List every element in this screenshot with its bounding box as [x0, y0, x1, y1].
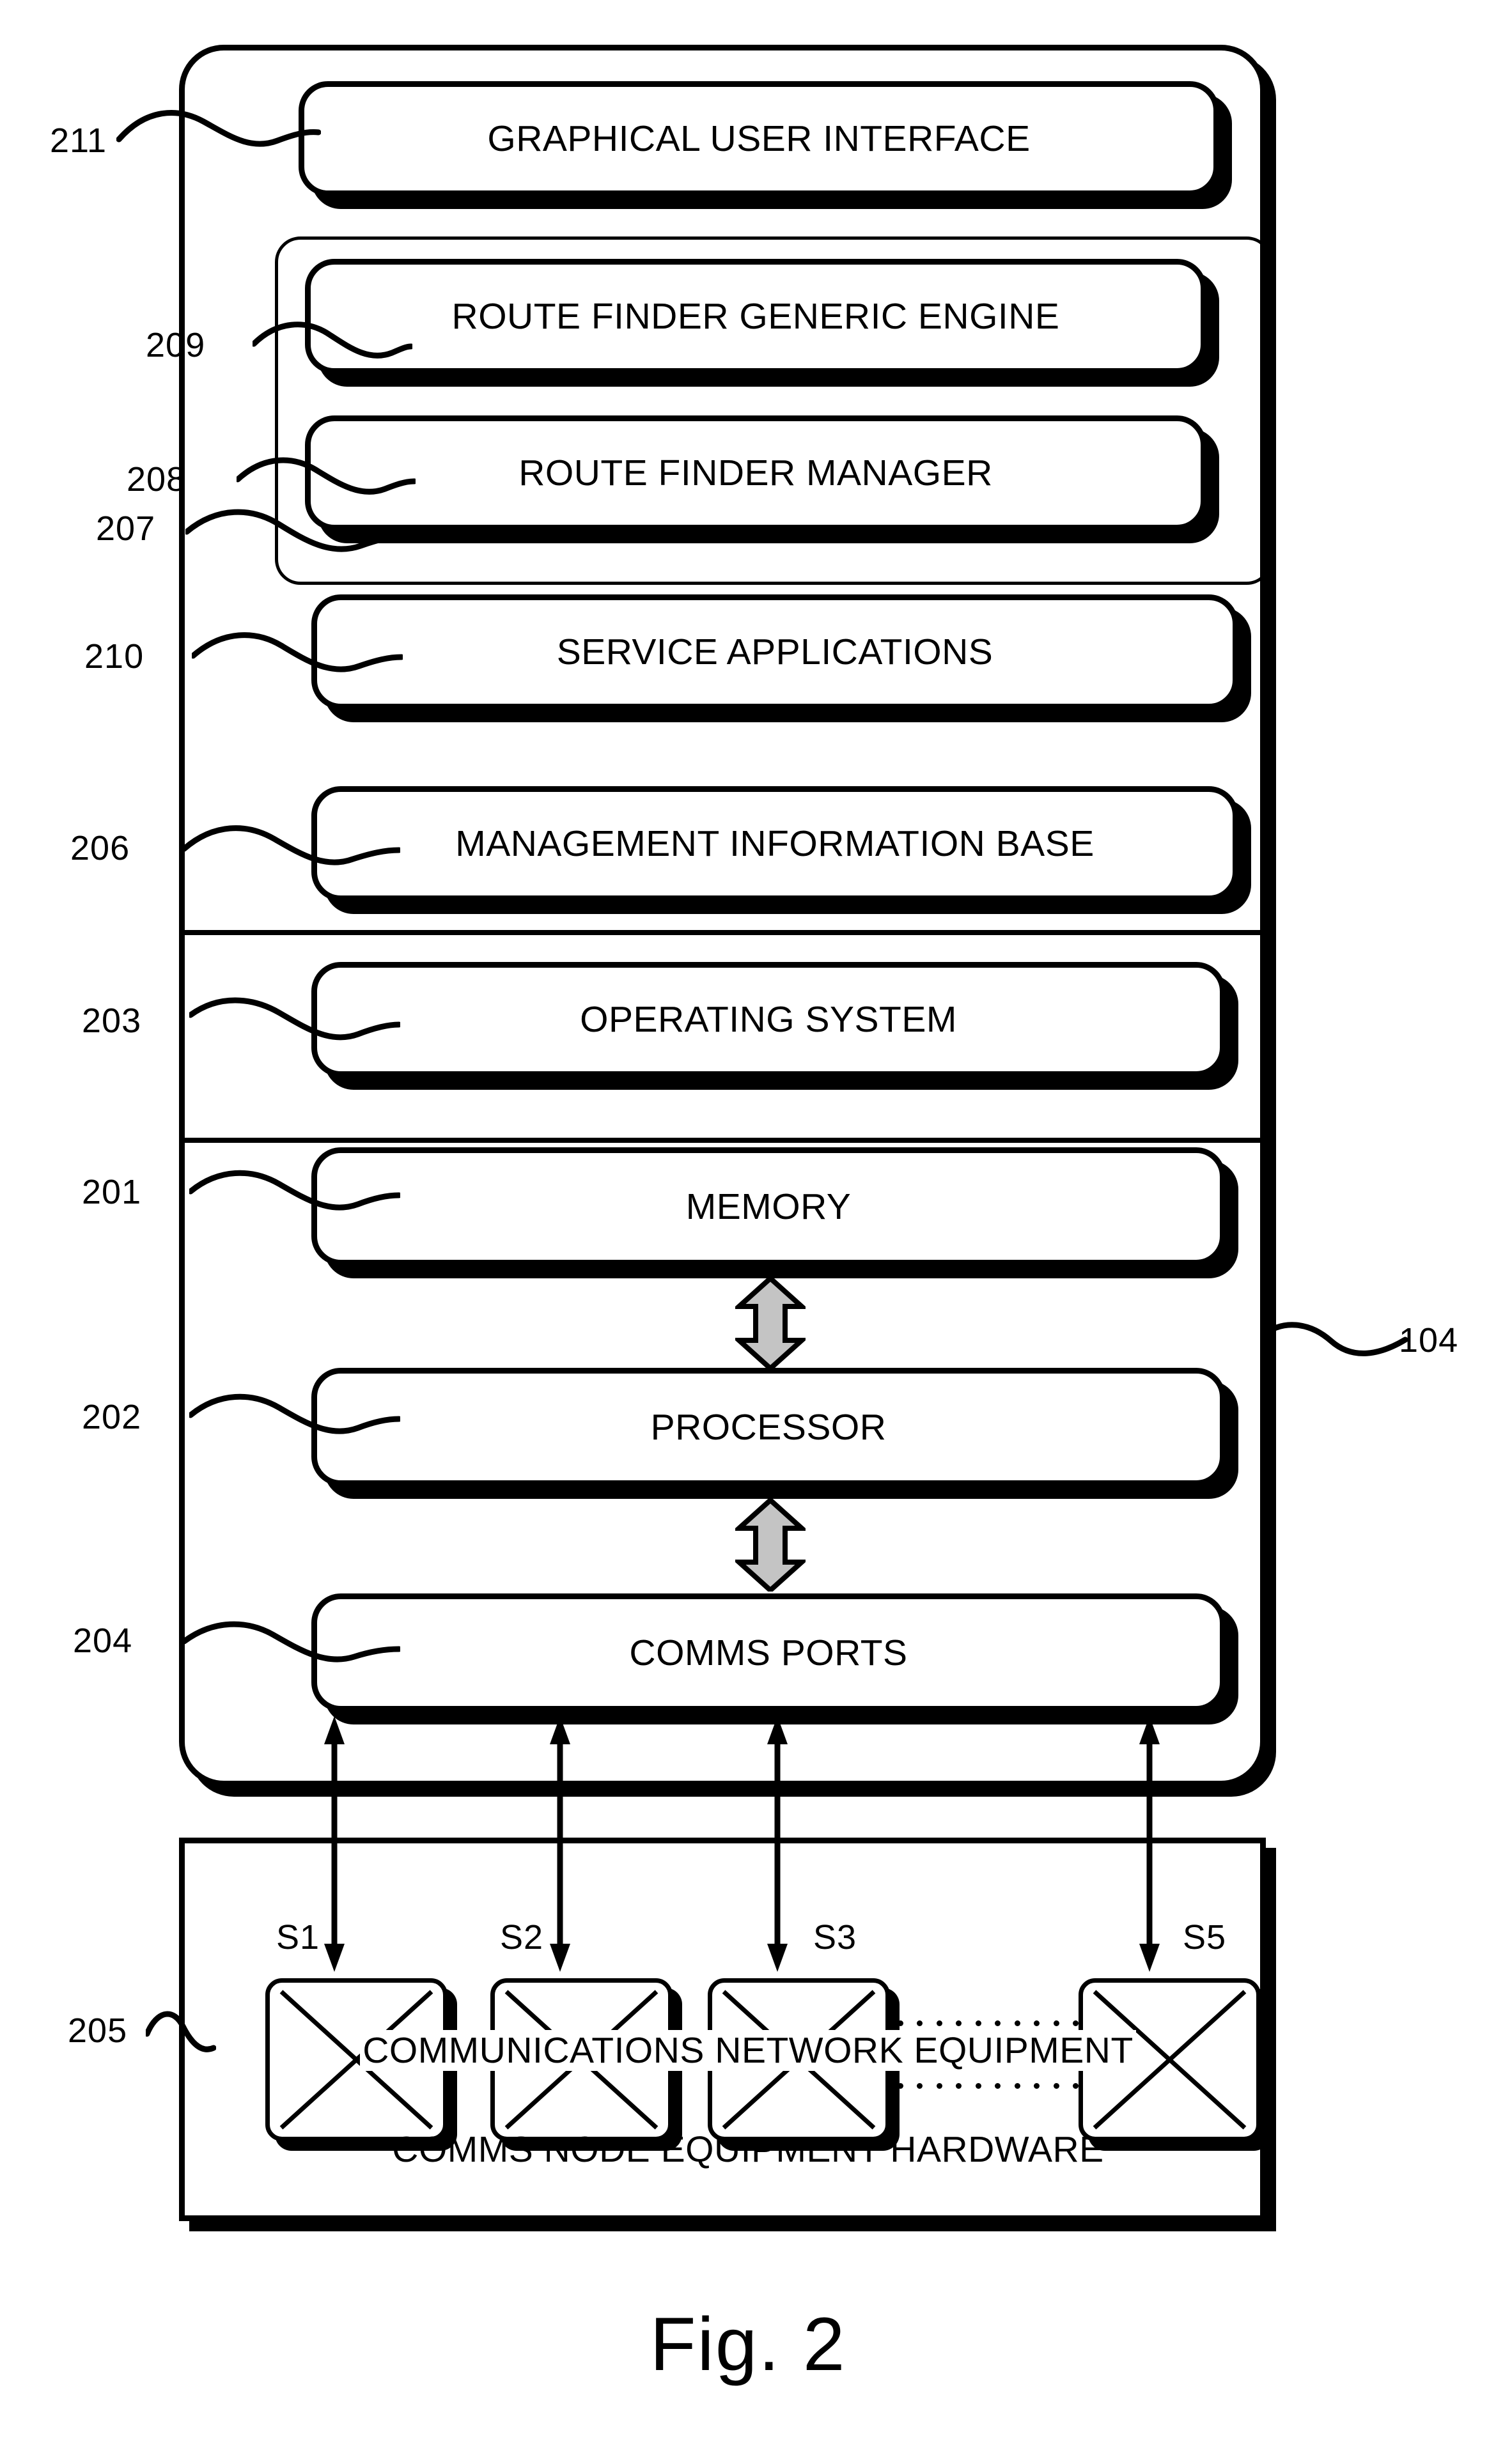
figure-page: GRAPHICAL USER INTERFACE ROUTE FINDER GE… [0, 0, 1496, 2464]
leader-104 [1259, 1309, 1408, 1379]
double-arrow-processor-comms-ports [732, 1496, 809, 1594]
module-label: PROCESSOR [650, 1406, 887, 1448]
module-route-finder-manager[interactable]: ROUTE FINDER MANAGER [305, 415, 1206, 531]
module-label: GRAPHICAL USER INTERFACE [487, 118, 1031, 159]
module-label: MEMORY [685, 1186, 852, 1227]
ref-label-209: 209 [146, 326, 206, 364]
module-label: COMMS PORTS [629, 1632, 908, 1673]
ref-label-201: 201 [82, 1173, 142, 1211]
module-label: MANAGEMENT INFORMATION BASE [455, 823, 1095, 864]
module-label: OPERATING SYSTEM [580, 999, 957, 1040]
switch-tag-s3: S3 [813, 1918, 857, 1956]
switch-tag-s5: S5 [1183, 1918, 1227, 1956]
ref-label-210: 210 [84, 637, 144, 676]
ref-label-203: 203 [82, 1002, 142, 1040]
module-route-finder-generic-engine[interactable]: ROUTE FINDER GENERIC ENGINE [305, 259, 1206, 374]
ref-label-207: 207 [96, 509, 156, 548]
ref-label-206: 206 [70, 829, 130, 867]
net-equip-text: COMMUNICATIONS NETWORK EQUIPMENT [360, 2030, 1136, 2071]
switch-tag-s1: S1 [276, 1918, 320, 1956]
module-memory[interactable]: MEMORY [311, 1147, 1226, 1266]
ref-label-202: 202 [82, 1398, 142, 1436]
double-arrow-memory-processor [732, 1275, 809, 1372]
module-processor[interactable]: PROCESSOR [311, 1368, 1226, 1486]
connector-arrow-s1 [323, 1716, 346, 1972]
module-label: ROUTE FINDER MANAGER [518, 453, 993, 493]
module-operating-system[interactable]: OPERATING SYSTEM [311, 962, 1226, 1077]
divider-os-top [179, 930, 1266, 935]
module-graphical-user-interface[interactable]: GRAPHICAL USER INTERFACE [299, 81, 1219, 196]
module-management-information-base[interactable]: MANAGEMENT INFORMATION BASE [311, 786, 1238, 901]
ref-label-104: 104 [1399, 1321, 1459, 1360]
figure-caption: Fig. 2 [650, 2302, 846, 2387]
continuation-dots-lower [898, 2082, 1079, 2089]
ref-label-204: 204 [73, 1622, 133, 1660]
module-comms-ports[interactable]: COMMS PORTS [311, 1593, 1226, 1712]
communications-network-equipment-label: COMMUNICATIONS NETWORK EQUIPMENT [0, 2029, 1496, 2072]
module-service-applications[interactable]: SERVICE APPLICATIONS [311, 594, 1238, 709]
ref-label-211: 211 [50, 121, 107, 160]
connector-arrow-s3 [766, 1716, 789, 1972]
connector-arrow-s2 [549, 1716, 572, 1972]
module-label: ROUTE FINDER GENERIC ENGINE [451, 296, 1060, 337]
hardware-box-title: COMMS NODE EQUIPMENT HARDWARE [392, 2129, 1104, 2170]
module-label: SERVICE APPLICATIONS [556, 631, 993, 672]
connector-arrow-s5 [1138, 1716, 1161, 1972]
switch-tag-s2: S2 [500, 1918, 544, 1956]
divider-os-bottom [179, 1138, 1266, 1143]
continuation-dots-upper [898, 2020, 1079, 2026]
ref-label-208: 208 [127, 460, 187, 499]
